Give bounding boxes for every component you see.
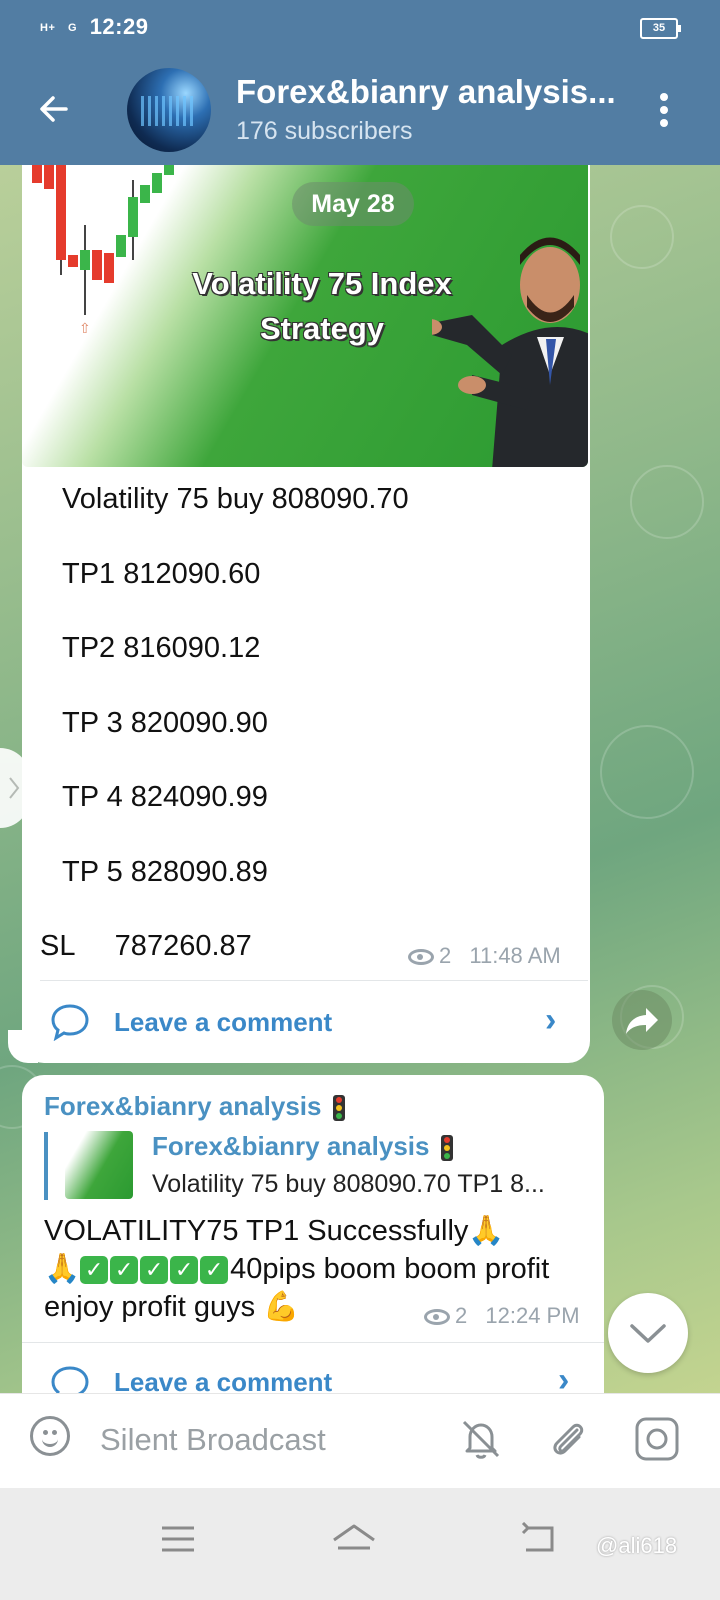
post-line-4: TP 3 820090.90: [62, 707, 268, 739]
channel-avatar[interactable]: [127, 68, 211, 152]
attachment-icon[interactable]: [545, 1416, 591, 1462]
camera-icon[interactable]: [634, 1416, 680, 1462]
share-arrow-icon: [626, 1008, 658, 1034]
share-button[interactable]: [612, 990, 672, 1050]
comment-divider: [22, 1342, 604, 1343]
silent-broadcast-label[interactable]: Silent Broadcast: [100, 1422, 326, 1458]
post-line-7: SL 787260.87: [40, 930, 252, 962]
post-image[interactable]: ⇧ Volatility 75 Index Strategy May 28: [22, 165, 588, 467]
comment-bubble-icon: [51, 1366, 89, 1395]
post-line-3: TP2 816090.12: [62, 632, 261, 664]
back-nav-icon[interactable]: [520, 1522, 556, 1556]
status-bar: H+ G 12:29 35: [0, 0, 720, 55]
post-line-6: TP 5 828090.89: [62, 856, 268, 888]
post-line-5: TP 4 824090.99: [62, 781, 268, 813]
watermark: @ali618: [596, 1533, 678, 1558]
system-navigation-bar: @ali618: [0, 1488, 720, 1600]
back-arrow-icon[interactable]: [36, 91, 72, 127]
reply-title-text: Forex&bianry analysis: [152, 1131, 430, 1161]
battery-icon: 35: [640, 18, 681, 39]
subscriber-count: 176 subscribers: [236, 117, 413, 145]
post-sender[interactable]: Forex&bianry analysis: [44, 1091, 345, 1122]
post-meta: 2 11:48 AM: [408, 943, 561, 969]
check-emoji: ✓: [80, 1256, 109, 1285]
channel-title[interactable]: Forex&bianry analysis...: [236, 73, 616, 111]
channel-post: ⇧ Volatility 75 Index Strategy May 28 Vo…: [22, 165, 590, 1063]
mute-bell-icon[interactable]: [458, 1416, 504, 1462]
arrow-marker-icon: ⇧: [79, 320, 91, 336]
views-eye-icon: [424, 1309, 450, 1326]
reply-bar: [44, 1132, 48, 1200]
emoji-icon[interactable]: [30, 1416, 70, 1456]
views-eye-icon: [408, 949, 434, 966]
chevron-right-icon: ›: [558, 1361, 570, 1395]
check-emoji: ✓: [170, 1256, 199, 1285]
traffic-light-icon: [440, 1135, 453, 1162]
post-text-part1: VOLATILITY75 TP1 Successfully🙏: [44, 1215, 505, 1247]
comment-bubble-icon: [51, 1004, 89, 1041]
post-line-2: TP1 812090.60: [62, 558, 261, 590]
comment-divider: [40, 980, 588, 981]
network-indicator-1: H+: [40, 22, 56, 35]
sender-name: Forex&bianry analysis: [44, 1091, 322, 1121]
battery-level: 35: [652, 22, 666, 34]
scroll-to-bottom-button[interactable]: [608, 1293, 688, 1373]
post-time: 12:24 PM: [485, 1303, 580, 1328]
check-emoji: ✓: [200, 1256, 229, 1285]
status-left: H+ G 12:29: [40, 14, 148, 40]
post-meta: 2 12:24 PM: [424, 1303, 580, 1329]
date-badge: May 28: [292, 182, 414, 226]
leave-comment-label[interactable]: Leave a comment: [114, 1367, 332, 1395]
leave-comment-label[interactable]: Leave a comment: [114, 1007, 332, 1038]
forwarded-post: Forex&bianry analysis Forex&bianry analy…: [22, 1075, 604, 1395]
post-line-1: Volatility 75 buy 808090.70: [62, 483, 409, 515]
chevron-right-icon: ›: [545, 1001, 557, 1039]
broadcast-bar: Silent Broadcast: [0, 1393, 720, 1489]
status-time: 12:29: [89, 14, 149, 39]
more-options-icon[interactable]: [660, 93, 668, 129]
post-time: 11:48 AM: [469, 943, 561, 968]
chevron-down-icon: [630, 1324, 666, 1343]
pray-emoji: 🙏: [44, 1253, 81, 1285]
check-emoji: ✓: [110, 1256, 139, 1285]
channel-header: Forex&bianry analysis... 176 subscribers: [0, 55, 720, 165]
reply-thumbnail[interactable]: [65, 1131, 133, 1199]
post-views: 2: [439, 943, 452, 968]
businessman-illustration: [432, 237, 588, 467]
home-icon[interactable]: [330, 1522, 378, 1556]
check-emoji: ✓: [140, 1256, 169, 1285]
reply-title[interactable]: Forex&bianry analysis: [152, 1131, 453, 1162]
traffic-light-icon: [332, 1095, 345, 1122]
post-views: 2: [455, 1303, 468, 1328]
reply-preview[interactable]: Volatility 75 buy 808090.70 TP1 8...: [152, 1170, 545, 1199]
recents-icon[interactable]: [160, 1524, 196, 1554]
network-indicator-2: G: [68, 22, 78, 35]
